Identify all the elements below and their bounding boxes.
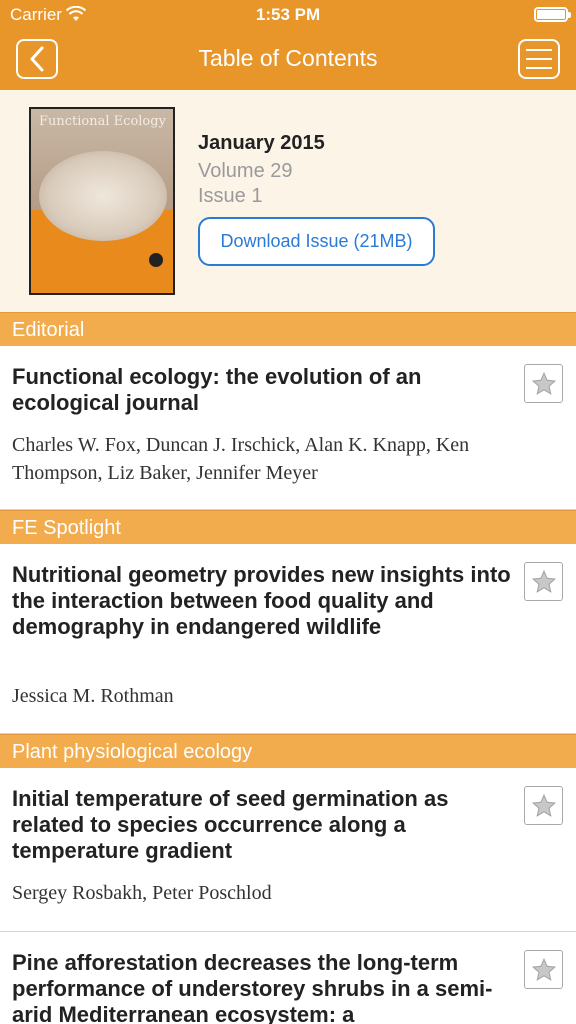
- issue-date: January 2015: [198, 132, 325, 154]
- cover-title: Functional Ecology: [39, 114, 166, 129]
- menu-line: [526, 67, 552, 69]
- battery-icon: [534, 7, 571, 22]
- issue-cover-image[interactable]: Functional Ecology: [29, 107, 175, 295]
- article-title[interactable]: Pine afforestation decreases the long-te…: [12, 950, 512, 1024]
- article-item[interactable]: Pine afforestation decreases the long-te…: [0, 932, 576, 1024]
- cover-artwork: [39, 151, 167, 241]
- article-item[interactable]: Initial temperature of seed germination …: [0, 768, 576, 932]
- article-authors: Sergey Rosbakh, Peter Poschlod: [12, 882, 272, 904]
- publisher-logo-icon: [149, 253, 163, 267]
- download-issue-button[interactable]: Download Issue (21MB): [198, 217, 435, 266]
- favorite-button[interactable]: [524, 562, 563, 601]
- star-icon: [531, 569, 556, 593]
- section-header-fe-spotlight: FE Spotlight: [0, 510, 576, 544]
- article-authors: Charles W. Fox, Duncan J. Irschick, Alan…: [12, 434, 470, 484]
- clock: 1:53 PM: [255, 5, 321, 24]
- issue-number: Issue 1: [198, 185, 263, 207]
- menu-line: [526, 58, 552, 60]
- star-icon: [531, 957, 556, 981]
- article-title[interactable]: Nutritional geometry provides new insigh…: [12, 562, 512, 640]
- hamburger-menu-icon: [526, 49, 552, 51]
- star-icon: [531, 371, 556, 395]
- issue-header: Functional Ecology January 2015 Volume 2…: [0, 90, 576, 312]
- favorite-button[interactable]: [524, 786, 563, 825]
- article-item[interactable]: Nutritional geometry provides new insigh…: [0, 544, 576, 734]
- favorite-button[interactable]: [524, 364, 563, 403]
- section-header-editorial: Editorial: [0, 312, 576, 346]
- favorite-button[interactable]: [524, 950, 563, 989]
- menu-button[interactable]: [518, 39, 560, 79]
- article-item[interactable]: Functional ecology: the evolution of an …: [0, 346, 576, 510]
- status-bar: Carrier 1:53 PM: [0, 0, 576, 30]
- star-icon: [531, 793, 556, 817]
- article-authors: Jessica M. Rothman: [12, 685, 174, 707]
- article-title[interactable]: Functional ecology: the evolution of an …: [12, 364, 512, 416]
- page-title: Table of Contents: [198, 45, 378, 71]
- article-title[interactable]: Initial temperature of seed germination …: [12, 786, 512, 864]
- section-header-plant-physiological-ecology: Plant physiological ecology: [0, 734, 576, 768]
- issue-volume: Volume 29: [198, 160, 293, 182]
- top-bar: Carrier 1:53 PM Table of Contents: [0, 0, 576, 90]
